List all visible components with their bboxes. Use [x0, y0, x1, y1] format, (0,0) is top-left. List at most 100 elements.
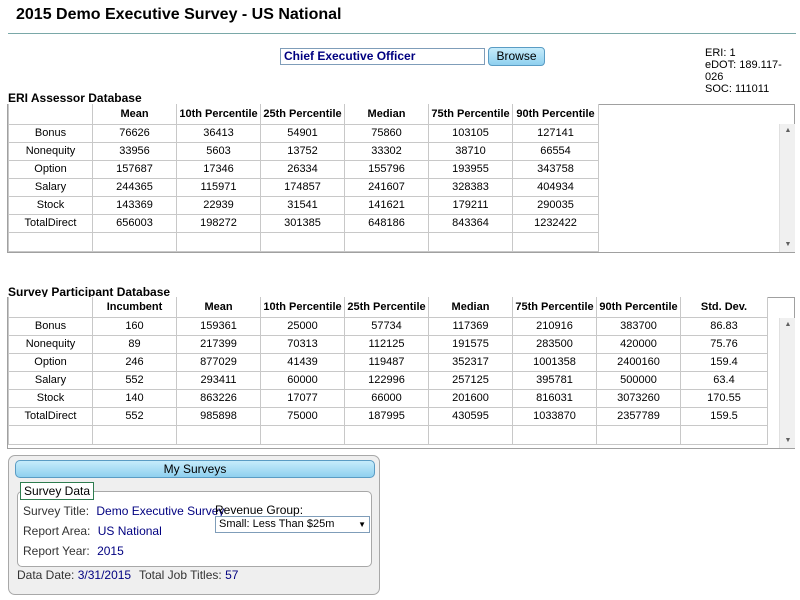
empty-cell: [8, 231, 93, 252]
table-cell: 241607: [344, 177, 429, 197]
table-cell: 404934: [512, 177, 599, 197]
table-cell: 25000: [260, 316, 345, 336]
column-header: 90th Percentile: [512, 104, 599, 125]
table-cell: 143369: [92, 195, 177, 215]
table-cell: 552: [92, 370, 177, 390]
table-cell: 174857: [260, 177, 345, 197]
table-row: TotalDirect 656003 198272 301385 648186 84336…: [8, 213, 599, 233]
table-cell: 301385: [260, 213, 345, 233]
scroll-up-icon[interactable]: ▲: [780, 318, 796, 332]
table-cell: 430595: [428, 406, 513, 426]
column-header: Mean: [176, 297, 261, 318]
my-surveys-button[interactable]: My Surveys: [15, 460, 375, 478]
row-label-cell: Option: [8, 352, 93, 372]
column-header: Median: [428, 297, 513, 318]
table-row: TotalDirect 552 985898 75000 187995 430595 103…: [8, 406, 768, 426]
table-cell: 41439: [260, 352, 345, 372]
table-cell: 75860: [344, 123, 429, 143]
scroll-down-icon[interactable]: ▼: [780, 434, 796, 448]
empty-cell: [596, 424, 681, 445]
scroll-up-icon[interactable]: ▲: [780, 124, 796, 138]
table-row: Option 246 877029 41439 119487 352317 1001358 2…: [8, 352, 768, 372]
table-cell: 863226: [176, 388, 261, 408]
table-cell: 57734: [344, 316, 429, 336]
survey-title-label: Survey Title:: [23, 504, 90, 518]
revenue-group-label: Revenue Group:: [215, 503, 304, 517]
report-year-row: Report Year: 2015: [23, 544, 124, 558]
data-date-row: Data Date: 3/31/2015: [17, 568, 131, 582]
table-cell: 86.83: [680, 316, 768, 336]
empty-cell: [428, 424, 513, 445]
revenue-group-select[interactable]: Small: Less Than $25m ▼: [215, 516, 370, 533]
assessor-header-row: Mean 10th Percentile 25th Percentile Median…: [8, 104, 599, 125]
row-label-cell: Salary: [8, 370, 93, 390]
column-header: Median: [344, 104, 429, 125]
table-cell: 656003: [92, 213, 177, 233]
table-cell: 103105: [428, 123, 513, 143]
job-titles-value: 57: [225, 568, 239, 582]
table-cell: 13752: [260, 141, 345, 161]
empty-cell: [92, 231, 177, 252]
job-titles-row: Total Job Titles: 57: [139, 568, 238, 582]
assessor-scrollbar[interactable]: ▲ ▼: [779, 124, 795, 252]
participant-table: Incumbent Mean 10th Percentile 25th Percent…: [8, 297, 768, 445]
table-row: Stock 143369 22939 31541 141621 179211 290035: [8, 195, 599, 215]
empty-cell: [680, 424, 768, 445]
table-cell: 283500: [512, 334, 597, 354]
table-cell: 112125: [344, 334, 429, 354]
table-cell: 159361: [176, 316, 261, 336]
column-header: Incumbent: [92, 297, 177, 318]
edot-code: eDOT: 189.117-026: [705, 59, 782, 83]
table-cell: 117369: [428, 316, 513, 336]
table-cell: 159.4: [680, 352, 768, 372]
job-title-input[interactable]: Chief Executive Officer: [280, 48, 485, 65]
table-row: Option 157687 17346 26334 155796 193955 343758: [8, 159, 599, 179]
column-header: Mean: [92, 104, 177, 125]
table-cell: 159.5: [680, 406, 768, 426]
table-cell: 66554: [512, 141, 599, 161]
table-cell: 141621: [344, 195, 429, 215]
table-cell: 191575: [428, 334, 513, 354]
table-cell: 843364: [428, 213, 513, 233]
table-row: Nonequity 33956 5603 13752 33302 38710 66554: [8, 141, 599, 161]
table-cell: 89: [92, 334, 177, 354]
column-header: 25th Percentile: [344, 297, 429, 318]
assessor-table: Mean 10th Percentile 25th Percentile Median…: [8, 104, 599, 252]
chevron-down-icon[interactable]: ▼: [358, 517, 366, 532]
table-cell: 217399: [176, 334, 261, 354]
table-cell: 22939: [176, 195, 261, 215]
participant-scrollbar[interactable]: ▲ ▼: [779, 318, 795, 448]
table-row: Bonus 160 159361 25000 57734 117369 210916 3837…: [8, 316, 768, 336]
table-cell: 985898: [176, 406, 261, 426]
table-cell: 193955: [428, 159, 513, 179]
column-header: Std. Dev.: [680, 297, 768, 318]
table-cell: 352317: [428, 352, 513, 372]
table-cell: 122996: [344, 370, 429, 390]
job-titles-label: Total Job Titles:: [139, 568, 222, 582]
empty-cell: [8, 424, 93, 445]
table-cell: 293411: [176, 370, 261, 390]
table-row: Bonus 76626 36413 54901 75860 103105 127141: [8, 123, 599, 143]
table-cell: 1033870: [512, 406, 597, 426]
my-surveys-panel: My Surveys Survey Data Survey Title: Dem…: [8, 455, 380, 595]
column-header: 10th Percentile: [260, 297, 345, 318]
browse-button[interactable]: Browse: [488, 47, 545, 66]
table-cell: 170.55: [680, 388, 768, 408]
row-label-cell: Salary: [8, 177, 93, 197]
column-header: 10th Percentile: [176, 104, 261, 125]
table-cell: 76626: [92, 123, 177, 143]
table-cell: 60000: [260, 370, 345, 390]
empty-cell: [512, 231, 599, 252]
column-header: 75th Percentile: [428, 104, 513, 125]
row-label-cell: TotalDirect: [8, 213, 93, 233]
column-header: [8, 297, 93, 318]
scroll-down-icon[interactable]: ▼: [780, 238, 796, 252]
table-cell: 179211: [428, 195, 513, 215]
empty-cell: [176, 231, 261, 252]
row-label-cell: Stock: [8, 195, 93, 215]
table-cell: 33302: [344, 141, 429, 161]
survey-data-legend: Survey Data: [20, 482, 95, 500]
table-cell: 257125: [428, 370, 513, 390]
table-cell: 54901: [260, 123, 345, 143]
table-cell: 5603: [176, 141, 261, 161]
